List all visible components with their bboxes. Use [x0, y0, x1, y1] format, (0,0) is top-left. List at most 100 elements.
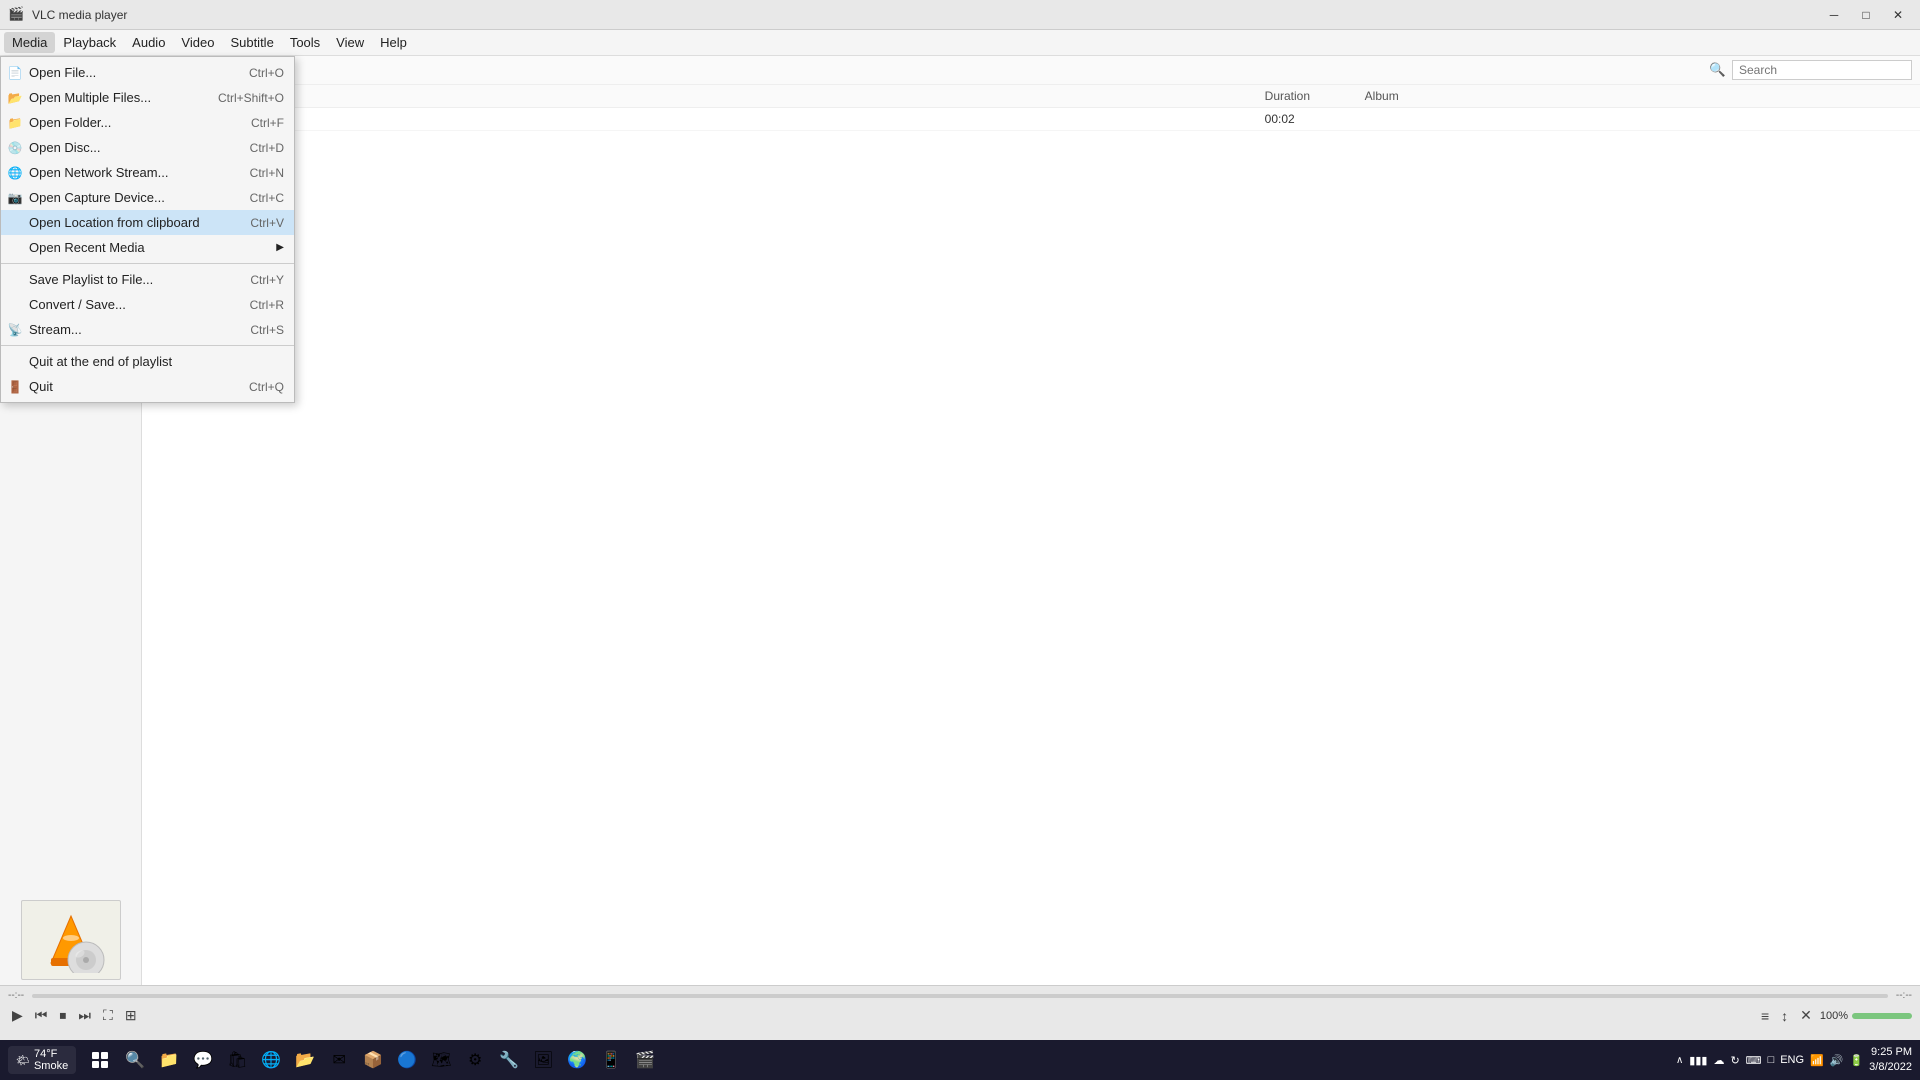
open-file-icon: 📄 [7, 65, 23, 81]
menu-bar: Media Playback Audio Video Subtitle Tool… [0, 30, 1920, 56]
save-playlist-label: Save Playlist to File... [29, 272, 153, 287]
taskbar-clock[interactable]: 9:25 PM 3/8/2022 [1869, 1045, 1912, 1076]
prev-button[interactable]: ⏮ [31, 1005, 52, 1026]
stop-button[interactable]: ⏹ [55, 1005, 70, 1026]
menu-quit[interactable]: 🚪 Quit Ctrl+Q [1, 374, 294, 399]
taskbar-browser2[interactable]: 🌍 [562, 1045, 592, 1075]
playlist-button[interactable]: ≡ [1757, 1006, 1773, 1026]
vlc-cone-thumbnail [21, 900, 121, 980]
col-header-album: Album [1365, 89, 1912, 103]
tray-win-icon: □ [1768, 1054, 1775, 1066]
window-controls: ─ □ ✕ [1820, 4, 1912, 26]
save-playlist-icon [7, 272, 23, 288]
menu-open-location[interactable]: Open Location from clipboard Ctrl+V [1, 210, 294, 235]
menu-open-folder[interactable]: 📁 Open Folder... Ctrl+F [1, 110, 294, 135]
menu-open-disc[interactable]: 💿 Open Disc... Ctrl+D [1, 135, 294, 160]
open-multiple-shortcut: Ctrl+Shift+O [218, 91, 284, 105]
menu-open-recent[interactable]: Open Recent Media ▶ [1, 235, 294, 260]
separator-2 [1, 345, 294, 346]
taskbar-search[interactable]: 🔍 [120, 1045, 150, 1075]
col-header-title: Title [150, 89, 1265, 103]
close-button[interactable]: ✕ [1884, 4, 1912, 26]
menu-item-media[interactable]: Media [4, 32, 55, 53]
table-headers: Title Duration Album [142, 85, 1920, 108]
menu-save-playlist[interactable]: Save Playlist to File... Ctrl+Y [1, 267, 294, 292]
menu-item-help[interactable]: Help [372, 32, 415, 53]
seek-bar[interactable] [32, 994, 1888, 998]
tray-up-arrow[interactable]: ∧ [1676, 1055, 1683, 1066]
stream-label: Stream... [29, 322, 82, 337]
taskbar-dev-tools[interactable]: 🔧 [494, 1045, 524, 1075]
minimize-button[interactable]: ─ [1820, 4, 1848, 26]
system-tray: ∧ ▮▮▮ ☁ ↻ ⌨ □ ENG 📶 🔊 🔋 9:25 PM 3/8/2022 [1676, 1045, 1912, 1076]
taskbar-file-explorer[interactable]: 📁 [154, 1045, 184, 1075]
maximize-button[interactable]: □ [1852, 4, 1880, 26]
taskbar-screencast[interactable]: 📱 [596, 1045, 626, 1075]
fullscreen-button[interactable]: ⛶ [99, 1005, 117, 1026]
table-body: 00:02 [142, 108, 1920, 985]
menu-open-capture[interactable]: 📷 Open Capture Device... Ctrl+C [1, 185, 294, 210]
menu-convert[interactable]: Convert / Save... Ctrl+R [1, 292, 294, 317]
content-header: 🔍 [142, 56, 1920, 85]
time-elapsed: --:-- [8, 990, 24, 1001]
open-disc-label: Open Disc... [29, 140, 101, 155]
loop-button[interactable]: ↕ [1777, 1006, 1792, 1026]
taskbar-maps[interactable]: 🗺 [426, 1045, 456, 1075]
volume-label: 100% [1820, 1010, 1848, 1022]
open-folder-shortcut: Ctrl+F [251, 116, 284, 130]
menu-open-network[interactable]: 🌐 Open Network Stream... Ctrl+N [1, 160, 294, 185]
taskbar-mail[interactable]: ✉ [324, 1045, 354, 1075]
taskbar: 🌤 74°F Smoke 🔍 📁 💬 🛍 🌐 📂 ✉ 📦 🔵 🗺 ⚙ 🔧 🖼 🌍… [0, 1040, 1920, 1080]
open-network-shortcut: Ctrl+N [250, 166, 284, 180]
clock-time: 9:25 PM [1869, 1045, 1912, 1060]
menu-stream[interactable]: 📡 Stream... Ctrl+S [1, 317, 294, 342]
tray-lang[interactable]: ENG [1780, 1054, 1804, 1066]
menu-open-file[interactable]: 📄 Open File... Ctrl+O [1, 60, 294, 85]
taskbar-settings[interactable]: ⚙ [460, 1045, 490, 1075]
media-dropdown-menu: 📄 Open File... Ctrl+O 📂 Open Multiple Fi… [0, 56, 295, 403]
menu-item-view[interactable]: View [328, 32, 372, 53]
menu-item-subtitle[interactable]: Subtitle [222, 32, 281, 53]
menu-quit-end[interactable]: Quit at the end of playlist [1, 349, 294, 374]
taskbar-files[interactable]: 📂 [290, 1045, 320, 1075]
taskbar-store[interactable]: 🛍 [222, 1045, 252, 1075]
start-button[interactable] [84, 1044, 116, 1076]
menu-item-playback[interactable]: Playback [55, 32, 124, 53]
recent-arrow-icon: ▶ [276, 242, 284, 253]
extended-button[interactable]: ⊞ [121, 1005, 141, 1026]
convert-label: Convert / Save... [29, 297, 126, 312]
title-bar: 🎬 VLC media player ─ □ ✕ [0, 0, 1920, 30]
table-row[interactable]: 00:02 [142, 108, 1920, 131]
tray-volume-icon: 🔊 [1830, 1054, 1844, 1067]
menu-item-audio[interactable]: Audio [124, 32, 173, 53]
tray-keyboard-icon: ⌨ [1746, 1054, 1762, 1067]
extra-controls: ≡ ↕ ✕ 100% [1757, 1005, 1912, 1026]
taskbar-vlc[interactable]: 🎬 [630, 1045, 660, 1075]
save-playlist-shortcut: Ctrl+Y [250, 273, 284, 287]
vlc-logo-svg [36, 908, 106, 973]
tray-battery-icon: 🔋 [1849, 1054, 1863, 1067]
next-button[interactable]: ⏭ [74, 1005, 95, 1026]
open-multiple-icon: 📂 [7, 90, 23, 106]
volume-bar[interactable] [1852, 1013, 1912, 1019]
tray-refresh-icon: ↻ [1730, 1054, 1739, 1067]
play-button[interactable]: ▶ [8, 1005, 27, 1026]
taskbar-edge[interactable]: 🌐 [256, 1045, 286, 1075]
row-duration: 00:02 [1265, 112, 1365, 126]
taskbar-chrome[interactable]: 🔵 [392, 1045, 422, 1075]
search-input[interactable] [1732, 60, 1912, 80]
content-area: 🔍 Title Duration Album 00:02 [142, 56, 1920, 985]
menu-item-video[interactable]: Video [173, 32, 222, 53]
search-wrapper: 🔍 [1707, 60, 1912, 80]
menu-item-tools[interactable]: Tools [282, 32, 328, 53]
playback-bar: --:-- --:-- ▶ ⏮ ⏹ ⏭ ⛶ ⊞ ≡ ↕ ✕ 100% [0, 985, 1920, 1040]
taskbar-teams[interactable]: 💬 [188, 1045, 218, 1075]
taskbar-dropbox[interactable]: 📦 [358, 1045, 388, 1075]
search-icon-button[interactable]: 🔍 [1707, 60, 1728, 80]
taskbar-photos[interactable]: 🖼 [528, 1045, 558, 1075]
menu-open-multiple[interactable]: 📂 Open Multiple Files... Ctrl+Shift+O [1, 85, 294, 110]
random-button[interactable]: ✕ [1796, 1005, 1816, 1026]
open-recent-icon [7, 240, 23, 256]
stream-shortcut: Ctrl+S [250, 323, 284, 337]
open-capture-label: Open Capture Device... [29, 190, 165, 205]
